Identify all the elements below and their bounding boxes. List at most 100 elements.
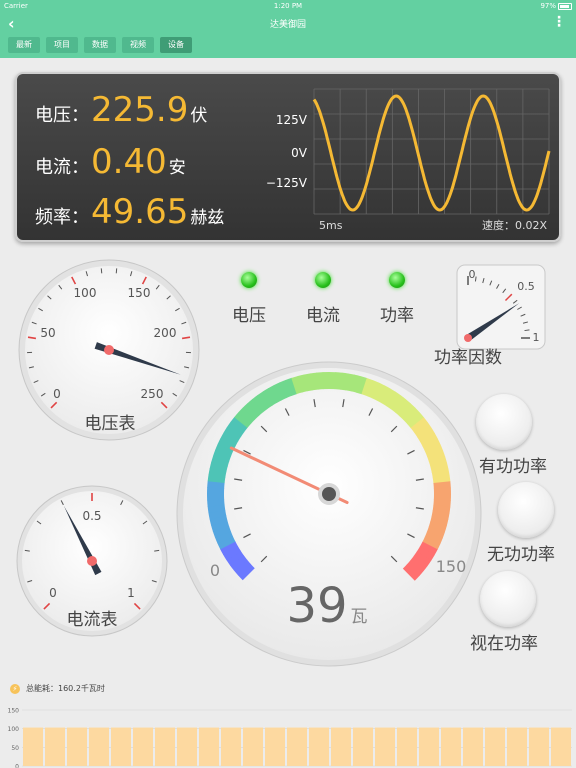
volt-tick-50: 50: [40, 326, 55, 340]
energy-summary: ⚡ 总能耗：160.2千瓦时: [10, 683, 105, 694]
power-indicator: 功率: [376, 272, 418, 326]
voltage-label: 电压：: [35, 105, 89, 126]
energy-bar: [199, 727, 219, 766]
power-needle-hub: [322, 487, 336, 501]
bar-axis-tick-label: 100: [8, 726, 20, 733]
power-unit: 瓦: [351, 607, 368, 627]
tab-latest[interactable]: 最新: [8, 37, 40, 53]
battery-icon: [558, 2, 572, 10]
energy-bar: [243, 727, 263, 766]
lightning-icon: ⚡: [10, 683, 20, 694]
voltage-led-icon: [241, 272, 257, 288]
energy-bar: [507, 727, 527, 766]
amp-tick-0: 0: [49, 586, 57, 600]
amp-tick-1: 1: [127, 586, 135, 600]
power-min-label: 0: [210, 561, 220, 580]
pf-tick: [474, 276, 477, 282]
page-title: 达美御园: [269, 20, 306, 30]
volt-tick-0: 0: [53, 387, 61, 401]
bar-axis-tick-label: 50: [11, 745, 19, 752]
energy-bar: [463, 727, 483, 766]
energy-bar: [67, 727, 87, 766]
energy-bar: [485, 727, 505, 766]
wave-tick-bottom: −125V: [267, 176, 308, 190]
volt-tick-250: 250: [141, 387, 164, 401]
current-reading: 电流： 0.40 安: [35, 142, 186, 182]
energy-bar-chart: 150 100 50 0: [8, 708, 572, 768]
frequency-label: 频率：: [35, 207, 89, 228]
frequency-value: 49.65: [91, 192, 189, 232]
pf-tick-0: 0: [469, 268, 476, 281]
wave-speed-label: 速度：0.02X: [482, 218, 547, 232]
needle-hub: [464, 334, 472, 342]
energy-bar: [441, 727, 461, 766]
bar-axis-tick-label: 0: [15, 764, 19, 768]
voltage-indicator-label: 电压: [232, 306, 266, 326]
energy-value: 160.2千瓦时: [58, 684, 105, 693]
tab-bar: 最新 项目 数据 视频 设备: [8, 37, 192, 53]
volt-tick-150: 150: [128, 286, 151, 300]
bar-axis-tick-label: 150: [8, 708, 20, 715]
wave-time-label: 5ms: [319, 219, 343, 232]
current-label: 电流：: [35, 157, 89, 178]
energy-bar: [111, 727, 131, 766]
reactive-power-label: 无功功率: [487, 545, 555, 565]
pf-tick: [524, 329, 530, 332]
wave-tick-top: 125V: [276, 113, 308, 127]
waveform-chart: 125V 0V −125V 5ms 速度：0.02X: [267, 88, 551, 232]
power-value: 39: [286, 578, 347, 634]
power-arc-segment: [207, 493, 225, 501]
power-arc-segment: [322, 372, 330, 390]
pf-tick-1: 1: [533, 331, 540, 344]
tab-data[interactable]: 数据: [84, 37, 116, 53]
status-bar: Carrier 1:20 PM 97%: [0, 0, 576, 12]
energy-bar: [155, 727, 175, 766]
needle-hub: [87, 556, 97, 566]
power-max-label: 150: [436, 557, 467, 576]
current-led-icon: [315, 272, 331, 288]
tab-video[interactable]: 视频: [122, 37, 154, 53]
active-power-label: 有功功率: [479, 457, 547, 477]
apparent-power-button[interactable]: [480, 571, 536, 627]
energy-label: 总能耗：: [26, 684, 58, 693]
battery-percent: 97%: [540, 2, 556, 10]
tab-device[interactable]: 设备: [160, 37, 192, 53]
more-menu-icon[interactable]: ⋮: [552, 14, 566, 30]
energy-bar: [221, 727, 241, 766]
voltage-value: 225.9: [91, 90, 189, 130]
readings-panel: 电压： 225.9 伏 电流： 0.40 安 频率： 49.65 赫兹 125V…: [15, 72, 561, 242]
energy-bar: [397, 727, 417, 766]
pf-tick-0-5: 0.5: [517, 280, 535, 293]
volt-tick-200: 200: [154, 326, 177, 340]
power-factor-meter: 0 0.5 1: [456, 264, 546, 350]
amp-tick-0-5: 0.5: [82, 509, 101, 523]
voltmeter-label: 电压表: [84, 414, 136, 434]
waveform-line: [312, 94, 551, 212]
current-indicator: 电流: [302, 272, 344, 326]
clock: 1:20 PM: [273, 2, 303, 10]
apparent-power-label: 视在功率: [470, 634, 538, 654]
wave-tick-zero: 0V: [291, 146, 308, 160]
frequency-unit: 赫兹: [190, 208, 225, 228]
energy-bar: [89, 727, 109, 766]
power-arc-segment: [433, 487, 451, 495]
energy-bar: [331, 727, 351, 766]
energy-bar: [529, 727, 549, 766]
energy-bar: [551, 727, 571, 766]
energy-bar: [419, 727, 439, 766]
active-power-button[interactable]: [476, 394, 532, 450]
reactive-power-button[interactable]: [498, 482, 554, 538]
voltage-reading: 电压： 225.9 伏: [35, 90, 207, 130]
indicator-leds: 电压 电流 功率: [228, 272, 418, 326]
power-led-icon: [389, 272, 405, 288]
current-unit: 安: [168, 158, 186, 178]
current-indicator-label: 电流: [306, 306, 340, 326]
energy-bar: [23, 727, 43, 766]
volt-tick-100: 100: [74, 286, 97, 300]
tab-project[interactable]: 项目: [46, 37, 78, 53]
power-gauge: 0 150 39 瓦: [176, 361, 482, 667]
energy-bar: [45, 727, 65, 766]
voltage-indicator: 电压: [228, 272, 270, 326]
energy-bar: [133, 727, 153, 766]
current-value: 0.40: [91, 142, 167, 182]
